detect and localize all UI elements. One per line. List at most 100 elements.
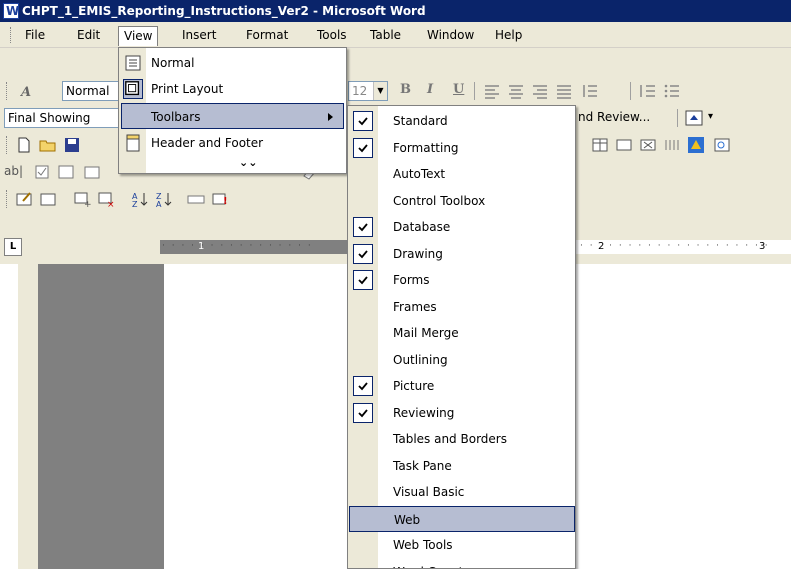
tables-borders-icon[interactable] [614,135,634,155]
font-size-combo[interactable]: 12 ▼ [348,81,388,101]
toolbar-option-outlining[interactable]: Outlining [349,347,575,373]
menu-view[interactable]: View [118,26,159,46]
chevron-down-icon[interactable]: ▾ [708,111,713,122]
toolbar-option-label: Task Pane [393,458,452,473]
vertical-ruler[interactable] [18,264,38,569]
insert-table-icon[interactable] [590,135,610,155]
view-menu-normal[interactable]: Normal [121,50,344,76]
sort-descending-icon[interactable]: ZA [154,189,174,209]
toolbars-submenu: Standard Formatting AutoText Control Toolbo… [347,105,576,569]
toolbar-option-label: Standard [393,114,448,128]
align-center-icon[interactable] [506,81,526,101]
align-right-icon[interactable] [530,81,550,101]
menu-window[interactable]: Window [422,26,479,46]
print-layout-icon [123,79,143,99]
menu-file[interactable]: File [20,26,50,46]
menu-insert[interactable]: Insert [177,26,221,46]
svg-text:Z: Z [132,200,138,209]
checkmark-icon [353,243,373,264]
toolbar-option-reviewing[interactable]: Reviewing [349,400,575,426]
columns-icon[interactable] [662,135,682,155]
toolbar-separator [474,82,475,100]
svg-text:+: + [84,200,92,209]
line-spacing-icon[interactable] [580,81,600,101]
view-menu-toolbars[interactable]: Toolbars [121,103,344,129]
tab-selector[interactable]: L [4,238,22,256]
toolbar-option-web[interactable]: Web [349,505,575,532]
toolbar-grip[interactable] [6,136,8,154]
document-map-icon[interactable] [712,135,732,155]
insert-excel-icon[interactable] [638,135,658,155]
insert-database-icon[interactable] [186,189,206,209]
data-form-icon[interactable] [14,189,34,209]
manage-fields-icon[interactable] [38,189,58,209]
toolbar-option-task-pane[interactable]: Task Pane [349,453,575,479]
bold-button[interactable]: B [400,82,411,97]
toolbar-grip[interactable] [6,190,8,208]
open-folder-icon[interactable] [38,135,58,155]
toolbar-option-web-tools[interactable]: Web Tools [349,532,575,558]
toolbar-option-tables-and-borders[interactable]: Tables and Borders [349,426,575,452]
menubar-grip[interactable] [10,27,12,43]
toolbar-option-formatting[interactable]: Formatting [349,135,575,161]
style-combo[interactable]: Normal [62,81,120,101]
chevron-down-icon[interactable]: ▼ [373,82,387,100]
toolbar-option-mail-merge[interactable]: Mail Merge [349,320,575,346]
submenu-arrow-icon [328,113,333,121]
display-for-review-combo[interactable]: Final Showing [4,108,118,128]
toolbar-option-label: Frames [393,299,437,314]
menu-table[interactable]: Table [365,26,406,46]
toolbar-option-picture[interactable]: Picture [349,373,575,399]
checkmark-icon [353,376,373,396]
save-icon[interactable] [62,135,82,155]
checkmark-icon [353,270,373,290]
underline-button[interactable]: U [453,82,464,97]
toolbar-option-control-toolbox[interactable]: Control Toolbox [349,188,575,214]
reviewing-pane-icon[interactable] [684,108,704,128]
toolbar-grip[interactable] [6,82,8,100]
checkmark-icon [353,111,373,131]
toolbar-option-word-count[interactable]: Word Count [349,559,575,569]
ruler-number: 1 [198,241,205,252]
new-document-icon[interactable] [14,135,34,155]
toolbar-option-label: Word Count [393,559,463,569]
toolbar-option-forms[interactable]: Forms [349,267,575,293]
drawing-icon[interactable] [686,135,706,155]
view-menu-header-footer[interactable]: Header and Footer [121,130,344,156]
update-field-icon[interactable]: ! [210,189,230,209]
add-record-icon[interactable]: + [72,189,92,210]
toolbar-option-standard[interactable]: Standard [349,108,575,134]
justify-icon[interactable] [554,81,574,101]
text-form-field-icon[interactable]: ab| [4,164,23,178]
styles-icon[interactable]: A [18,81,38,101]
display-for-review-value: Final Showing [8,111,91,125]
toolbar-option-label: Outlining [393,352,448,367]
show-review-label[interactable]: nd Review... [578,110,650,124]
toolbar-option-drawing[interactable]: Drawing [349,241,575,267]
view-menu-label: Print Layout [151,82,224,96]
normal-view-icon [123,53,143,73]
expand-menu-icon[interactable]: ⌄⌄ [239,156,257,169]
toolbar-option-database[interactable]: Database [349,214,575,240]
sort-ascending-icon[interactable]: AZ [130,189,150,209]
bullets-icon[interactable] [662,81,682,101]
toolbar-option-frames[interactable]: Frames [349,294,575,320]
view-menu-print-layout[interactable]: Print Layout [121,76,344,102]
menu-tools[interactable]: Tools [312,26,352,46]
form-field-options-icon[interactable] [82,162,102,182]
toolbar-option-label: Database [393,220,451,234]
toolbar-option-label: Web [394,512,421,527]
toolbar-option-autotext[interactable]: AutoText [349,161,575,187]
checkmark-icon [353,137,373,158]
checkbox-form-field-icon[interactable] [32,162,52,182]
italic-button[interactable]: I [427,82,433,97]
align-left-icon[interactable] [482,81,502,101]
menu-help[interactable]: Help [490,26,527,46]
word-app-icon[interactable] [3,0,19,22]
menu-edit[interactable]: Edit [72,26,105,46]
numbering-icon[interactable] [638,81,658,101]
menu-format[interactable]: Format [241,26,293,46]
toolbar-option-visual-basic[interactable]: Visual Basic [349,479,575,505]
delete-record-icon[interactable]: × [96,189,116,210]
dropdown-form-field-icon[interactable] [56,162,76,182]
